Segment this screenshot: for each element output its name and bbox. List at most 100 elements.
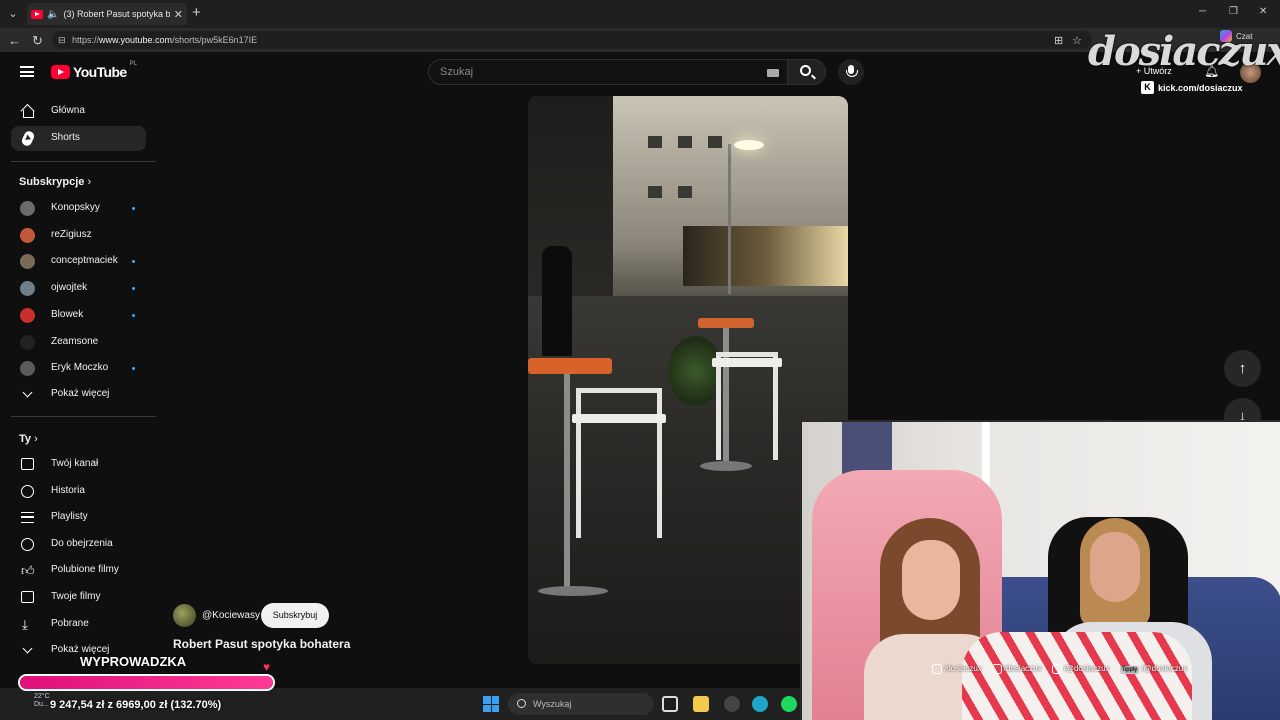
previous-short-button[interactable]: ↑ — [1224, 350, 1261, 387]
keyboard-icon[interactable] — [767, 69, 779, 77]
video-frame-streetlamp — [728, 144, 731, 294]
browser-tab-bar: ⌄ 🔈 (3) Robert Pasut spotyka boha ✕ + ─ … — [0, 0, 1280, 28]
sidebar-item-watch-later[interactable]: Do obejrzenia — [11, 532, 146, 557]
speaker-icon[interactable]: 🔈 — [47, 9, 59, 20]
avatar — [20, 361, 35, 376]
new-tab-icon[interactable]: + — [192, 4, 201, 21]
cam-shelf — [842, 422, 892, 477]
sidebar-item-label: Playlisty — [51, 511, 88, 522]
sidebar-item-liked[interactable]: 👍︎ Polubione filmy — [11, 558, 146, 583]
video-frame-chair-seat — [712, 358, 782, 367]
sidebar-item-label: Twój kanał — [51, 458, 99, 469]
channel-avatar[interactable] — [173, 604, 196, 627]
search-button[interactable] — [788, 59, 826, 85]
spotify-icon[interactable] — [781, 696, 797, 712]
goal-amount: 9 247,54 zł z 6969,00 zł (132.70%) — [50, 699, 222, 711]
edge-icon[interactable] — [752, 696, 768, 712]
sidebar-item-label: Pobrane — [51, 618, 89, 629]
subscribe-button[interactable]: Subskrybuj — [261, 603, 329, 628]
youtube-logo[interactable]: YouTube PL — [51, 61, 137, 80]
weather-widget[interactable]: 22°C Du... — [34, 693, 50, 709]
tiktok-icon — [991, 664, 1002, 674]
download-icon: ⤓ — [22, 617, 28, 632]
sidebar-item-playlists[interactable]: Playlisty — [11, 505, 146, 530]
new-content-dot — [132, 260, 135, 263]
youtube-handle: /@dosiaczux — [1051, 664, 1110, 674]
url-prefix: https:// — [72, 35, 100, 45]
tab-list-chevron-icon[interactable]: ⌄ — [4, 5, 22, 23]
subscriptions-heading[interactable]: Subskrypcje › — [19, 176, 91, 188]
sidebar-item-label: Do obejrzenia — [51, 538, 113, 549]
app-icon[interactable] — [724, 696, 740, 712]
avatar — [20, 281, 35, 296]
file-explorer-icon[interactable] — [693, 696, 709, 712]
reload-icon[interactable]: ↻ — [32, 33, 43, 49]
new-content-dot — [132, 287, 135, 290]
heart-icon: ♥ — [263, 660, 271, 674]
home-icon — [21, 105, 34, 118]
search-input[interactable]: Szukaj — [428, 59, 788, 85]
channel-name[interactable]: @Kociewasy — [202, 610, 260, 621]
sidebar-item-downloads[interactable]: ⤓ Pobrane — [11, 612, 146, 637]
favorite-star-icon[interactable]: ☆ — [1072, 34, 1082, 47]
start-button-icon[interactable] — [483, 696, 499, 712]
sidebar-item-subscription[interactable]: Zeamsone — [11, 330, 146, 355]
sidebar-item-subscription[interactable]: reZigiusz — [11, 223, 146, 248]
minimize-icon[interactable]: ─ — [1199, 6, 1206, 17]
sidebar-item-subscription[interactable]: Eryk Moczko — [11, 356, 146, 381]
site-info-icon[interactable]: ⊟ — [58, 31, 66, 49]
url-path: /shorts/pw5kE6n17IE — [172, 35, 258, 45]
sidebar-item-home[interactable]: Główna — [11, 99, 146, 124]
sidebar-item-label: ojwojtek — [51, 282, 88, 293]
thumbs-up-icon: 👍︎ — [21, 563, 35, 578]
back-icon[interactable]: ← — [8, 33, 21, 48]
sidebar-item-history[interactable]: Historia — [11, 479, 146, 504]
video-frame-window — [678, 186, 692, 198]
taskbar-search-placeholder: Wyszukaj — [533, 699, 572, 709]
sidebar-item-subscription[interactable]: Blowek — [11, 303, 146, 328]
social-handles: /dosiaczux /dosiaczux /@dosiaczux Tipply… — [932, 664, 1187, 674]
sidebar-item-label: Eryk Moczko — [51, 362, 109, 373]
video-frame-window — [648, 186, 662, 198]
address-bar[interactable]: ⊟ https://www.youtube.com/shorts/pw5kE6n… — [52, 31, 1092, 49]
cam-blanket — [962, 632, 1192, 720]
sidebar-item-subscription[interactable]: Konopskyy — [11, 196, 146, 221]
sidebar-item-label: Polubione filmy — [51, 564, 119, 575]
sidebar-item-subscription[interactable]: conceptmaciek — [11, 249, 146, 274]
app-available-icon[interactable]: ⊞ — [1054, 34, 1063, 47]
close-tab-icon[interactable]: ✕ — [174, 8, 183, 21]
sidebar-item-label: Pokaż więcej — [51, 388, 110, 399]
video-frame-window — [678, 136, 692, 148]
chevron-down-icon — [22, 643, 33, 654]
sidebar-item-your-channel[interactable]: Twój kanał — [11, 452, 146, 477]
taskbar-search[interactable]: Wyszukaj — [508, 693, 654, 715]
sidebar-item-label: Historia — [51, 485, 85, 496]
cam-person-left-face — [902, 540, 960, 620]
weather-desc: Du... — [34, 701, 49, 708]
search-icon — [800, 65, 811, 76]
menu-icon[interactable] — [20, 66, 34, 77]
cam-person-right-face — [1090, 532, 1140, 602]
close-window-icon[interactable]: ✕ — [1259, 6, 1267, 17]
kick-icon: K — [1141, 81, 1154, 94]
streamer-logo: dosiaczux — [1088, 28, 1280, 75]
you-heading[interactable]: Ty › — [19, 433, 38, 445]
sidebar-item-label: reZigiusz — [51, 229, 92, 240]
browser-tab-active[interactable]: 🔈 (3) Robert Pasut spotyka boha ✕ — [27, 3, 187, 25]
playlist-icon — [21, 512, 34, 523]
show-more-subscriptions[interactable]: Pokaż więcej — [11, 382, 146, 407]
sidebar-item-shorts[interactable]: Shorts — [11, 126, 146, 151]
weather-temp: 22°C — [34, 693, 50, 700]
avatar — [20, 308, 35, 323]
video-frame-shopfront — [683, 226, 848, 286]
tipply-handle: Tipply/@dosiaczux — [1119, 664, 1188, 674]
sidebar-item-label: conceptmaciek — [51, 255, 118, 266]
tipply-badge: Tipply — [1119, 666, 1140, 674]
sidebar-item-your-videos[interactable]: Twoje filmy — [11, 585, 146, 610]
video-frame-table — [698, 318, 754, 328]
task-view-icon[interactable] — [662, 696, 678, 712]
youtube-icon — [1051, 664, 1062, 674]
restore-icon[interactable]: ❐ — [1229, 6, 1238, 17]
voice-search-button[interactable] — [838, 59, 864, 85]
sidebar-item-subscription[interactable]: ojwojtek — [11, 276, 146, 301]
